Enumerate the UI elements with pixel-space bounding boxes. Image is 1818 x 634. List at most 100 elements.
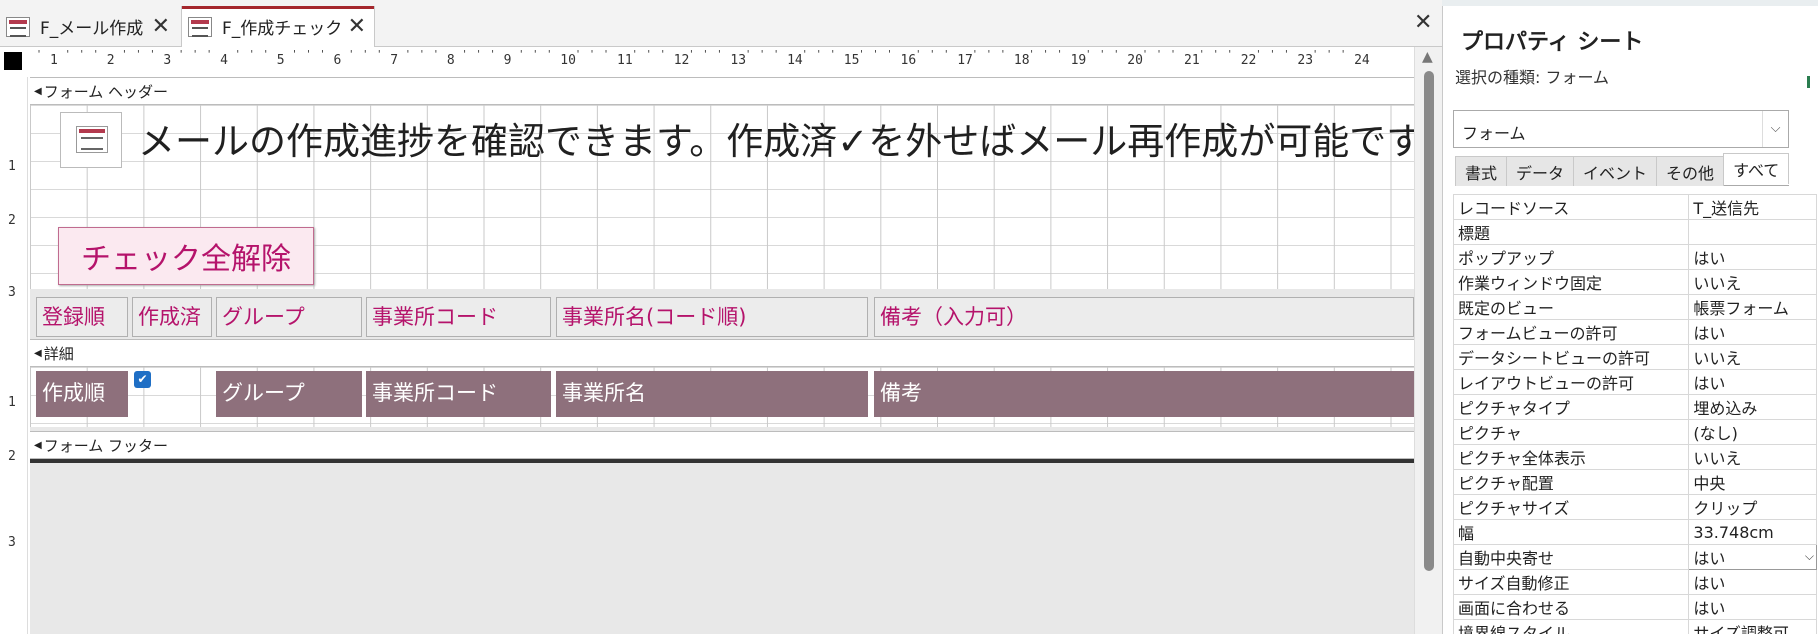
close-document-icon[interactable]: ✕ xyxy=(1414,10,1432,35)
close-tab-icon[interactable]: ✕ xyxy=(152,14,170,39)
property-value[interactable] xyxy=(1688,219,1817,245)
tab-data[interactable]: データ xyxy=(1506,156,1575,186)
field-group[interactable]: グループ xyxy=(216,371,362,417)
property-row[interactable]: データシートビューの許可 いいえ xyxy=(1452,344,1817,370)
ruler-mark: 11 xyxy=(617,53,633,68)
property-row[interactable]: ピクチャタイプ 埋め込み xyxy=(1452,394,1817,420)
ruler-tick: ' xyxy=(262,49,269,60)
property-value[interactable]: 中央 xyxy=(1688,469,1817,495)
property-name: ピクチャタイプ xyxy=(1452,394,1690,420)
tab-check[interactable]: F_作成チェック ✕ xyxy=(181,6,375,47)
property-value[interactable]: サイズ調整可 xyxy=(1688,619,1817,634)
property-scrollbar[interactable] xyxy=(1805,66,1817,634)
property-row[interactable]: 自動中央寄せ はい ⌵ xyxy=(1452,544,1817,570)
property-row[interactable]: サイズ自動修正 はい xyxy=(1452,569,1817,595)
chevron-down-icon[interactable]: ⌵ xyxy=(1762,111,1788,147)
form-design-view: 1'''2'''3'''4'''5'''6'''7'''8'''9'''10''… xyxy=(0,47,1442,634)
footer-bottom-edge[interactable] xyxy=(30,459,1414,463)
property-row[interactable]: 画面に合わせる はい xyxy=(1452,594,1817,620)
object-select[interactable]: フォーム ⌵ xyxy=(1453,110,1789,148)
ruler-tick: ' xyxy=(645,49,652,60)
form-logo-icon[interactable] xyxy=(60,112,122,168)
property-value[interactable]: いいえ xyxy=(1688,344,1817,370)
scroll-up-icon[interactable]: ▲ xyxy=(1422,49,1433,65)
tab-all[interactable]: すべて xyxy=(1723,153,1790,184)
ruler-mark: 2 xyxy=(8,213,16,228)
form-selector[interactable] xyxy=(4,52,22,70)
created-checkbox[interactable]: ✔ xyxy=(134,371,151,388)
field-order[interactable]: 作成順 xyxy=(36,371,128,417)
property-value[interactable]: はい ⌵ xyxy=(1688,544,1817,570)
ruler-tick: ' xyxy=(461,49,468,60)
ruler-tick: ' xyxy=(858,49,865,60)
property-value[interactable]: はい xyxy=(1688,369,1817,395)
property-sheet: プロパティ シート 選択の種類: フォーム フォーム ⌵ 書式 データ イベント… xyxy=(1442,6,1818,634)
ruler-tick: ' xyxy=(432,49,439,60)
label-order[interactable]: 登録順 xyxy=(36,297,128,337)
property-value[interactable]: はい xyxy=(1688,244,1817,270)
band-detail[interactable]: ◀ 詳細 xyxy=(30,339,1414,367)
property-value[interactable]: いいえ xyxy=(1688,444,1817,470)
vertical-scrollbar[interactable]: ▲ xyxy=(1414,47,1442,634)
property-value[interactable]: 33.748cm xyxy=(1688,519,1817,545)
property-value[interactable]: T_送信先 xyxy=(1688,194,1817,220)
property-row[interactable]: ピクチャ (なし) xyxy=(1452,419,1817,445)
field-office-code[interactable]: 事業所コード xyxy=(366,371,551,417)
label-office-code[interactable]: 事業所コード xyxy=(366,297,551,337)
label-office-name[interactable]: 事業所名(コード順) xyxy=(556,297,868,337)
property-row[interactable]: レコードソース T_送信先 xyxy=(1452,194,1817,220)
property-value[interactable]: 帳票フォーム xyxy=(1688,294,1817,320)
clear-all-checks-button[interactable]: チェック全解除 xyxy=(58,227,314,285)
ruler-mark: 2 xyxy=(8,449,16,464)
property-row[interactable]: ピクチャ全体表示 いいえ xyxy=(1452,444,1817,470)
field-office-name[interactable]: 事業所名 xyxy=(556,371,868,417)
property-row[interactable]: レイアウトビューの許可 はい xyxy=(1452,369,1817,395)
band-collapse-icon: ◀ xyxy=(34,347,42,359)
vertical-ruler: 1 2 3 1 2 3 xyxy=(0,77,28,634)
property-value[interactable]: 埋め込み xyxy=(1688,394,1817,420)
tab-mail-create[interactable]: F_メール作成 ✕ xyxy=(0,6,178,47)
property-value[interactable]: (なし) xyxy=(1688,419,1817,445)
property-row[interactable]: 幅 33.748cm xyxy=(1452,519,1817,545)
field-notes[interactable]: 備考 xyxy=(874,371,1414,417)
band-form-header[interactable]: ◀ フォーム ヘッダー xyxy=(30,77,1414,105)
property-value[interactable]: いいえ xyxy=(1688,269,1817,295)
property-row[interactable]: 境界線スタイル サイズ調整可 xyxy=(1452,619,1817,634)
ruler-tick: ' xyxy=(135,49,142,60)
property-value[interactable]: はい xyxy=(1688,594,1817,620)
property-name: サイズ自動修正 xyxy=(1452,569,1690,595)
label-notes[interactable]: 備考（入力可） xyxy=(874,297,1414,337)
ruler-tick: ' xyxy=(149,49,156,60)
property-value[interactable]: はい xyxy=(1688,319,1817,345)
ruler-tick: ' xyxy=(192,49,199,60)
ruler-mark: 7 xyxy=(390,53,399,68)
label-created[interactable]: 作成済 xyxy=(132,297,212,337)
property-row[interactable]: ピクチャ配置 中央 xyxy=(1452,469,1817,495)
tab-other[interactable]: その他 xyxy=(1656,156,1725,186)
label-group[interactable]: グループ xyxy=(216,297,362,337)
property-row[interactable]: ピクチャサイズ クリップ xyxy=(1452,494,1817,520)
property-row[interactable]: 既定のビュー 帳票フォーム xyxy=(1452,294,1817,320)
tab-format[interactable]: 書式 xyxy=(1455,156,1508,186)
property-table: レコードソース T_送信先 標題 ポップアップ はい 作業ウィンドウ固定 いいえ 既定のビュー… xyxy=(1452,194,1817,634)
design-canvas: ◀ フォーム ヘッダー メールの作成進捗を確認できます。作成済✓を外せばメール再… xyxy=(30,77,1442,634)
property-value-text: 埋め込み xyxy=(1693,399,1758,418)
band-form-footer[interactable]: ◀ フォーム フッター xyxy=(30,431,1414,459)
property-row[interactable]: ポップアップ はい xyxy=(1452,244,1817,270)
scroll-thumb[interactable] xyxy=(1424,71,1434,571)
close-tab-icon[interactable]: ✕ xyxy=(348,14,366,39)
ruler-tick: ' xyxy=(815,49,822,60)
property-row[interactable]: フォームビューの許可 はい xyxy=(1452,319,1817,345)
property-value[interactable]: クリップ xyxy=(1688,494,1817,520)
ruler-tick: ' xyxy=(532,49,539,60)
ruler-tick: ' xyxy=(475,49,482,60)
title-label[interactable]: メールの作成進捗を確認できます。作成済✓を外せばメール再作成が可能です。 xyxy=(138,111,1442,165)
tab-event[interactable]: イベント xyxy=(1573,156,1658,186)
ruler-tick: ' xyxy=(348,49,355,60)
ruler-mark: 21 xyxy=(1184,53,1200,68)
property-value[interactable]: はい xyxy=(1688,569,1817,595)
ruler-mark: 9 xyxy=(503,53,512,68)
property-row[interactable]: 標題 xyxy=(1452,219,1817,245)
ruler-mark: 6 xyxy=(333,53,342,68)
property-row[interactable]: 作業ウィンドウ固定 いいえ xyxy=(1452,269,1817,295)
